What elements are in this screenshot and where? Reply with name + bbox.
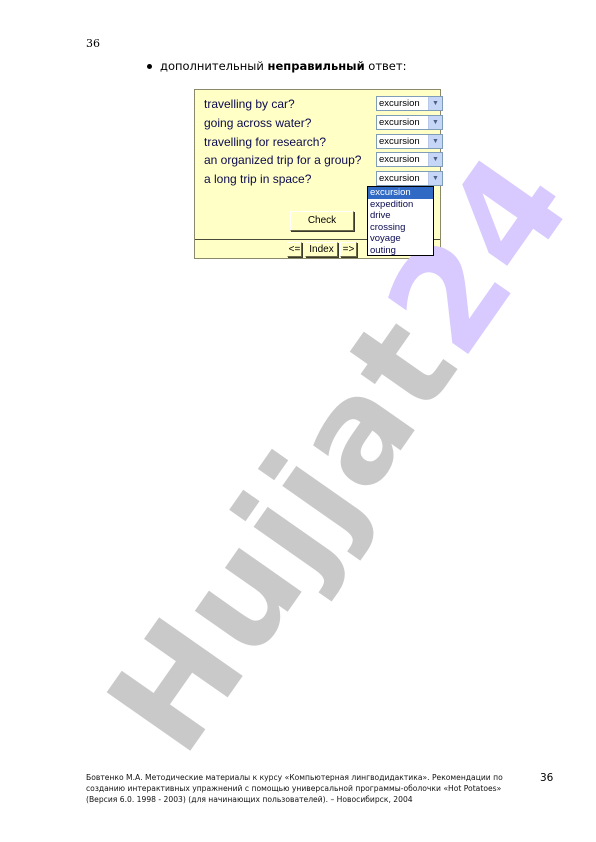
dropdown-option[interactable]: outing — [368, 245, 433, 257]
answer-select[interactable]: excursion ▼ — [376, 152, 443, 167]
question-text: a long trip in space? — [204, 172, 312, 186]
question-text: travelling by car? — [204, 97, 295, 111]
dropdown-option[interactable]: voyage — [368, 233, 433, 245]
answer-select[interactable]: excursion ▼ — [376, 134, 443, 149]
instruction-bullet: дополнительный неправильный ответ: — [147, 59, 406, 73]
page-number-top: 36 — [86, 37, 100, 50]
check-button[interactable]: Check — [290, 211, 354, 231]
dropdown-list[interactable]: excursion expedition drive crossing voya… — [367, 186, 434, 256]
instruction-suffix: ответ: — [368, 59, 407, 73]
exercise-screenshot: travelling by car? excursion ▼ going acro… — [194, 89, 443, 259]
select-value: excursion — [379, 154, 420, 165]
select-value: excursion — [379, 98, 420, 109]
watermark-main: Hujjat — [77, 289, 490, 781]
dropdown-option[interactable]: expedition — [368, 199, 433, 211]
question-text: travelling for research? — [204, 135, 327, 149]
chevron-down-icon[interactable]: ▼ — [428, 153, 442, 166]
index-button[interactable]: Index — [305, 242, 338, 257]
dropdown-option[interactable]: excursion — [368, 187, 433, 199]
select-value: excursion — [379, 117, 420, 128]
prev-button[interactable]: <= — [287, 242, 302, 257]
answer-select[interactable]: excursion ▼ — [376, 96, 443, 111]
next-button[interactable]: => — [340, 242, 357, 257]
dropdown-option[interactable]: crossing — [368, 222, 433, 234]
chevron-down-icon[interactable]: ▼ — [428, 135, 442, 148]
question-text: an organized trip for a group? — [204, 153, 362, 167]
instruction-bold: неправильный — [267, 59, 365, 73]
dropdown-option[interactable]: drive — [368, 210, 433, 222]
watermark: Hujjat24 — [77, 126, 596, 781]
select-value: excursion — [379, 173, 420, 184]
answer-select[interactable]: excursion ▼ — [376, 115, 443, 130]
question-row: travelling by car? excursion ▼ — [204, 96, 443, 114]
chevron-down-icon[interactable]: ▼ — [428, 116, 442, 129]
instruction-prefix: дополнительный — [160, 59, 264, 73]
question-row: going across water? excursion ▼ — [204, 115, 443, 133]
footer-page-number: 36 — [540, 772, 554, 784]
question-row: travelling for research? excursion ▼ — [204, 134, 443, 152]
question-text: going across water? — [204, 116, 312, 130]
question-row: an organized trip for a group? excursion… — [204, 152, 443, 170]
select-value: excursion — [379, 136, 420, 147]
chevron-down-icon[interactable]: ▼ — [428, 97, 442, 110]
bullet-icon — [147, 63, 152, 69]
footer-citation: Бовтенко М.А. Методические материалы к к… — [86, 773, 503, 804]
